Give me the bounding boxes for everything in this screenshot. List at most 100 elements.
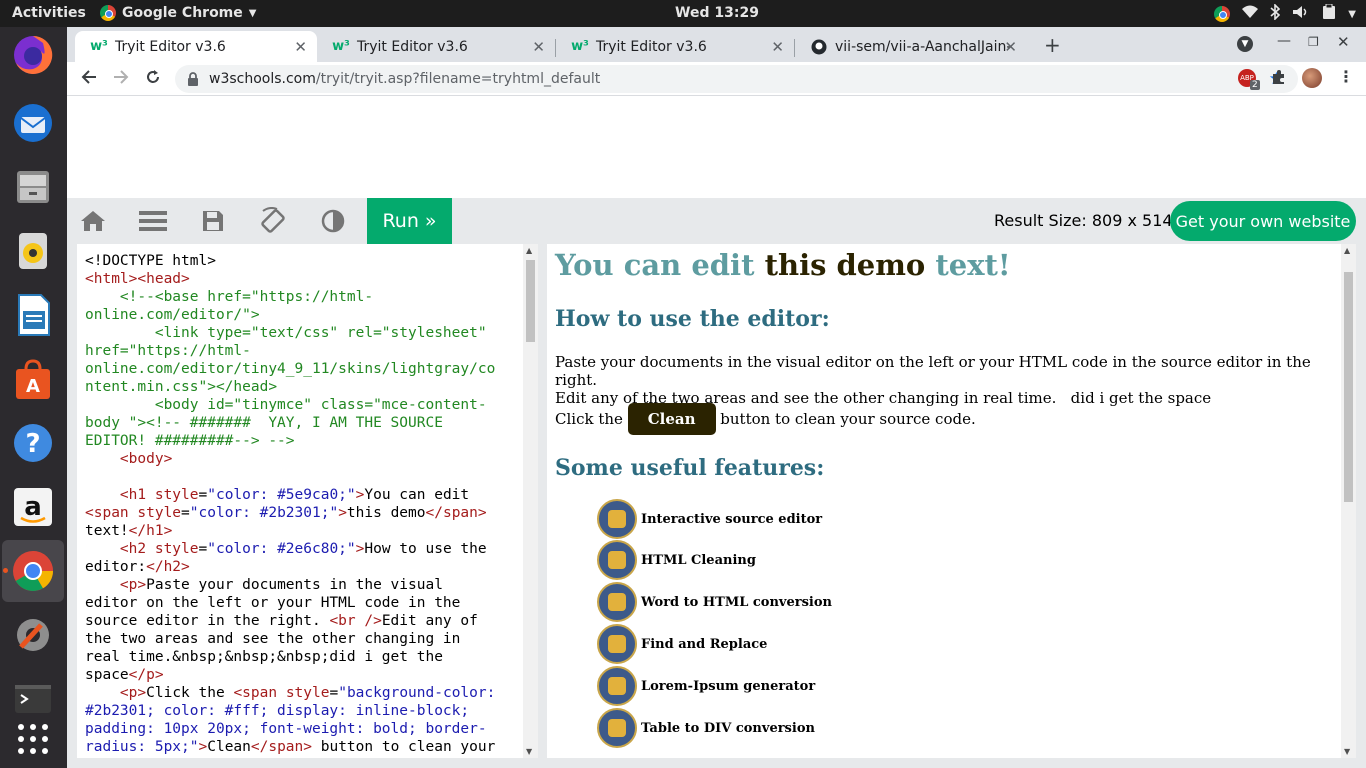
tab-search-icon[interactable]: ▼	[1237, 36, 1253, 52]
code-line[interactable]: editor on the left or your HTML code in …	[85, 594, 517, 612]
settings-icon[interactable]	[11, 613, 55, 657]
code-line[interactable]: <body id="tinymce" class="mce-content-	[85, 396, 517, 414]
app-grid-icon[interactable]	[11, 717, 55, 761]
code-line[interactable]	[85, 468, 517, 486]
chrome-icon[interactable]	[11, 549, 55, 593]
code-line[interactable]: space</p>	[85, 666, 517, 684]
code-editor[interactable]: <!DOCTYPE html> <html><head> <!--<base hr…	[77, 244, 538, 758]
theme-toggle-icon[interactable]	[309, 198, 357, 244]
help-icon[interactable]: ?	[11, 421, 55, 465]
lock-icon[interactable]	[187, 72, 199, 90]
tab-tryit-2[interactable]: w³ Tryit Editor v3.6 ✕	[317, 31, 555, 62]
clean-badge: Clean	[627, 403, 716, 435]
code-line[interactable]: <p>Click the <span style="background-col…	[85, 684, 517, 702]
feature-item: Word to HTML conversion	[597, 582, 832, 622]
result-scroll-thumb[interactable]	[1344, 272, 1353, 502]
kebab-menu-icon[interactable]: ⋮	[1338, 67, 1354, 86]
extensions-puzzle-icon[interactable]	[1271, 69, 1287, 89]
code-line[interactable]: <h2 style="color: #2e6c80;">How to use t…	[85, 540, 517, 558]
code-line[interactable]: <html><head>	[85, 270, 517, 288]
code-line[interactable]: #2b2301; color: #fff; display: inline-bl…	[85, 702, 517, 720]
result-scrollbar[interactable]: ▲ ▼	[1341, 244, 1356, 758]
chrome-status-icon[interactable]	[1214, 6, 1231, 22]
chrome-window: w³ Tryit Editor v3.6 ✕ w³ Tryit Editor v…	[67, 27, 1366, 768]
rotate-layout-icon[interactable]	[249, 198, 297, 244]
close-icon[interactable]: ✕	[294, 38, 307, 56]
save-icon[interactable]	[189, 198, 237, 244]
code-line[interactable]: <body>	[85, 450, 517, 468]
reload-icon[interactable]	[145, 69, 161, 90]
tab-label: Tryit Editor v3.6	[115, 38, 226, 55]
code-line[interactable]: the two areas and see the other changing…	[85, 630, 517, 648]
url-path: /tryit/tryit.asp?filename=tryhtml_defaul…	[315, 71, 601, 87]
code-line[interactable]: <h1 style="color: #5e9ca0;">You can edit	[85, 486, 517, 504]
code-line[interactable]: ntent.min.css"></head>	[85, 378, 517, 396]
home-icon[interactable]	[69, 198, 117, 244]
terminal-icon[interactable]	[11, 677, 55, 721]
menu-icon[interactable]	[129, 198, 177, 244]
code-token: padding: 10px 20px; font-weight: bold; b…	[85, 721, 487, 737]
close-icon[interactable]: ✕	[532, 38, 545, 56]
firefox-icon[interactable]	[11, 33, 55, 77]
back-icon[interactable]	[81, 69, 97, 90]
amazon-icon[interactable]: a	[11, 485, 55, 529]
code-line[interactable]: EDITOR! #########--> -->	[85, 432, 517, 450]
libreoffice-writer-icon[interactable]	[11, 293, 55, 337]
code-token: <br />	[329, 613, 382, 629]
tab-github[interactable]: vii-sem/vii-a-AanchalJain- ✕	[795, 31, 1027, 62]
clock[interactable]: Wed 13:29	[0, 5, 1366, 21]
code-line[interactable]: real time.&nbsp;&nbsp;&nbsp;did i get th…	[85, 648, 517, 666]
minimize-icon[interactable]: —	[1277, 33, 1291, 49]
code-line[interactable]: <!--<base href="https://html-	[85, 288, 517, 306]
w3schools-icon: w³	[90, 39, 108, 54]
code-scrollbar[interactable]: ▲ ▼	[523, 244, 538, 758]
window-close-icon[interactable]: ✕	[1337, 33, 1350, 51]
code-line[interactable]: <p>Paste your documents in the visual	[85, 576, 517, 594]
code-token: </span>	[425, 505, 487, 521]
code-line[interactable]: <span style="color: #2b2301;">this demo<…	[85, 504, 517, 522]
tab-tryit-1[interactable]: w³ Tryit Editor v3.6 ✕	[75, 31, 317, 62]
code-line[interactable]: <!DOCTYPE html>	[85, 252, 517, 270]
files-icon[interactable]	[11, 165, 55, 209]
result-heading-1: You can edit this demo text!	[555, 248, 1011, 282]
code-text[interactable]: <!DOCTYPE html> <html><head> <!--<base hr…	[85, 252, 517, 756]
code-line[interactable]: <link type="text/css" rel="stylesheet"	[85, 324, 517, 342]
tab-tryit-3[interactable]: w³ Tryit Editor v3.6 ✕	[556, 31, 794, 62]
profile-avatar[interactable]	[1302, 68, 1322, 88]
code-line[interactable]: body "><!-- ####### YAY, I AM THE SOURCE	[85, 414, 517, 432]
feature-item: Lorem-Ipsum generator	[597, 666, 815, 706]
code-line[interactable]: padding: 10px 20px; font-weight: bold; b…	[85, 720, 517, 738]
new-tab-icon[interactable]: +	[1044, 33, 1061, 57]
get-own-website-button[interactable]: Get your own website	[1170, 201, 1356, 241]
scroll-down-icon[interactable]: ▼	[526, 747, 532, 756]
rhythmbox-icon[interactable]	[11, 229, 55, 273]
software-icon[interactable]: A	[11, 357, 55, 401]
system-tray[interactable]: ▼	[1214, 3, 1356, 24]
address-bar[interactable]: w3schools.com/tryit/tryit.asp?filename=t…	[175, 65, 1298, 93]
code-line[interactable]: editor:</h2>	[85, 558, 517, 576]
code-line[interactable]: href="https://html-	[85, 342, 517, 360]
forward-icon[interactable]	[113, 69, 129, 90]
code-token: online.com/editor/">	[85, 307, 260, 323]
thunderbird-icon[interactable]	[11, 101, 55, 145]
close-icon[interactable]: ✕	[771, 38, 784, 56]
code-line[interactable]: online.com/editor/tiny4_9_11/skins/light…	[85, 360, 517, 378]
run-button[interactable]: Run »	[367, 198, 452, 244]
close-icon[interactable]: ✕	[1004, 38, 1017, 56]
code-line[interactable]: text!</h1>	[85, 522, 517, 540]
scroll-up-icon[interactable]: ▲	[1344, 246, 1350, 255]
feature-label: Find and Replace	[641, 636, 768, 652]
maximize-icon[interactable]: ❐	[1308, 35, 1319, 49]
clean-outro: button to clean your source code.	[720, 410, 976, 428]
scroll-down-icon[interactable]: ▼	[1344, 747, 1350, 756]
code-line[interactable]: source editor in the right. <br />Edit a…	[85, 612, 517, 630]
code-scroll-thumb[interactable]	[526, 260, 535, 342]
code-line[interactable]: online.com/editor/">	[85, 306, 517, 324]
scroll-up-icon[interactable]: ▲	[526, 246, 532, 255]
code-line[interactable]: radius: 5px;">Clean</span> button to cle…	[85, 738, 517, 756]
code-token: editor:	[85, 559, 147, 575]
svg-text:a: a	[24, 492, 42, 522]
tab-label: Tryit Editor v3.6	[357, 38, 468, 55]
